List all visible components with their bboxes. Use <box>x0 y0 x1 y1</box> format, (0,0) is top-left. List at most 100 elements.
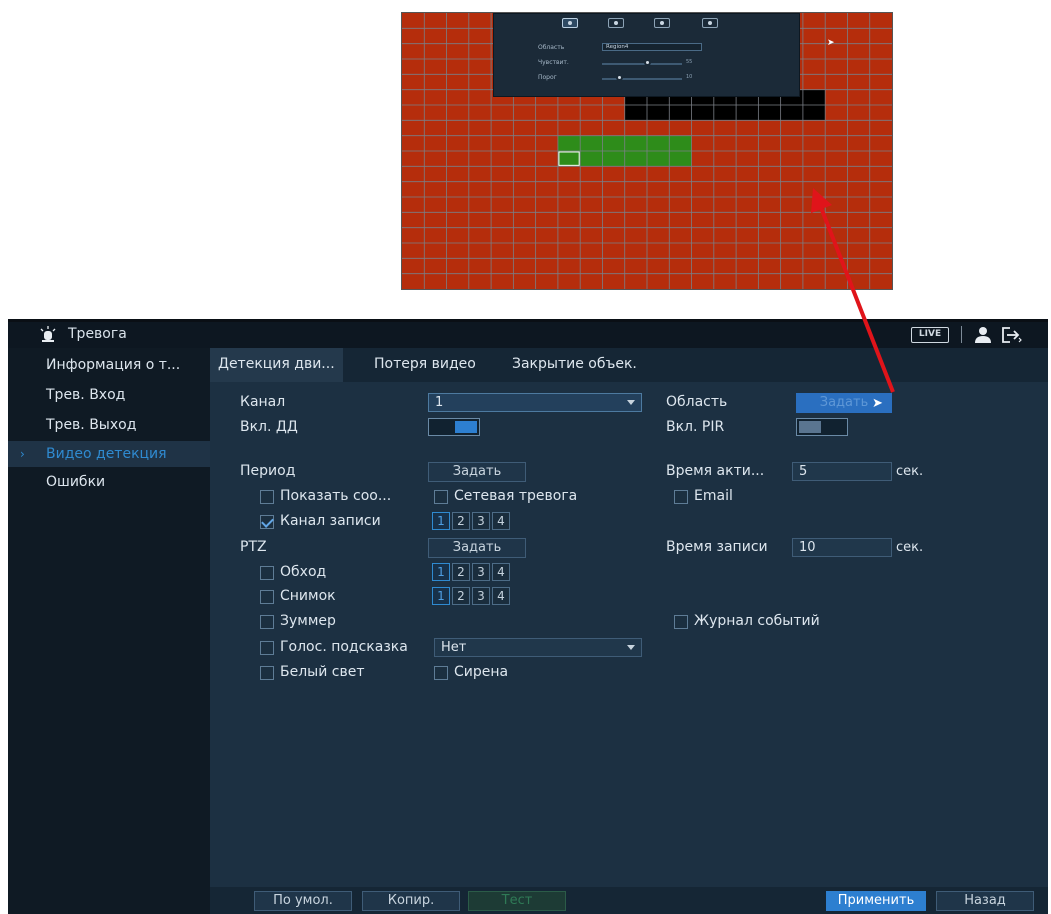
sidebar: Информация о т... Трев. Вход Трев. Выход… <box>8 348 210 914</box>
md-enable-label: Вкл. ДД <box>240 419 298 435</box>
region-name-label: Область <box>538 44 565 51</box>
sidebar-item-info[interactable]: Информация о т... <box>8 352 210 378</box>
top-bar: Тревога LIVE <box>8 322 1048 348</box>
region-threshold-slider[interactable] <box>602 78 682 80</box>
tour-checkbox[interactable] <box>260 566 274 580</box>
white-light-checkbox[interactable] <box>260 666 274 680</box>
back-button[interactable]: Назад <box>936 891 1034 911</box>
logout-icon[interactable] <box>1000 326 1022 344</box>
tour-channel-1[interactable]: 1 <box>432 563 450 581</box>
tour-label: Обход <box>280 564 327 580</box>
region-sensitivity-value: 55 <box>686 59 693 65</box>
record-channel-4[interactable]: 4 <box>492 512 510 530</box>
channel-select-value: 1 <box>435 395 444 410</box>
record-channel-checkbox[interactable] <box>260 515 274 529</box>
network-alarm-checkbox[interactable] <box>434 490 448 504</box>
apply-button[interactable]: Применить <box>826 891 926 911</box>
tab-bar: Детекция дви... Потеря видео Закрытие об… <box>210 348 1048 382</box>
region-settings-panel: Область Region4 Чувствит. 55 Порог 10 ➤ <box>493 13 835 97</box>
region-setup-preview: Область Region4 Чувствит. 55 Порог 10 ➤ <box>401 12 893 290</box>
event-log-checkbox[interactable] <box>674 615 688 629</box>
voice-prompt-select[interactable]: Нет <box>434 638 642 657</box>
pir-enable-toggle-knob <box>799 421 821 433</box>
region-name-field[interactable]: Region4 <box>602 43 702 51</box>
email-label: Email <box>694 488 733 504</box>
dvr-alarm-settings-window: Тревога LIVE Информация о т... Трев. Вхо… <box>8 319 1048 914</box>
ptz-label: PTZ <box>240 539 267 555</box>
anti-dither-unit: сек. <box>896 464 924 479</box>
sidebar-item-alarm-out[interactable]: Трев. Выход <box>8 412 210 438</box>
md-enable-toggle[interactable] <box>428 418 480 436</box>
record-channel-2[interactable]: 2 <box>452 512 470 530</box>
user-icon[interactable] <box>974 326 992 344</box>
mouse-cursor-icon: ➤ <box>827 38 835 48</box>
region-4-icon[interactable] <box>702 18 718 28</box>
tab-video-loss[interactable]: Потеря видео <box>366 348 484 382</box>
anti-dither-input[interactable]: 5 <box>792 462 892 481</box>
snapshot-checkbox[interactable] <box>260 590 274 604</box>
main-content: Детекция дви... Потеря видео Закрытие об… <box>210 348 1048 914</box>
copy-button[interactable]: Копир. <box>362 891 460 911</box>
voice-prompt-select-value: Нет <box>441 640 467 655</box>
record-channel-label: Канал записи <box>280 513 381 529</box>
ptz-set-button[interactable]: Задать <box>428 538 526 558</box>
sidebar-item-video-detection[interactable]: › Видео детекция <box>8 441 210 467</box>
screenshot-canvas: Область Region4 Чувствит. 55 Порог 10 ➤ … <box>0 0 1051 914</box>
tour-channel-2[interactable]: 2 <box>452 563 470 581</box>
post-record-unit: сек. <box>896 540 924 555</box>
snapshot-channel-2[interactable]: 2 <box>452 587 470 605</box>
region-sensitivity-label: Чувствит. <box>538 59 569 66</box>
record-channel-3[interactable]: 3 <box>472 512 490 530</box>
buzzer-checkbox[interactable] <box>260 615 274 629</box>
live-view-button[interactable]: LIVE <box>911 327 949 343</box>
snapshot-channel-4[interactable]: 4 <box>492 587 510 605</box>
email-checkbox[interactable] <box>674 490 688 504</box>
region-3-icon[interactable] <box>654 18 670 28</box>
chevron-right-icon: › <box>20 447 25 461</box>
mouse-cursor-icon: ➤ <box>872 396 883 411</box>
region-2-icon[interactable] <box>608 18 624 28</box>
post-record-input[interactable]: 10 <box>792 538 892 557</box>
snapshot-channel-3[interactable]: 3 <box>472 587 490 605</box>
siren-checkbox[interactable] <box>434 666 448 680</box>
show-message-checkbox[interactable] <box>260 490 274 504</box>
voice-prompt-checkbox[interactable] <box>260 641 274 655</box>
network-alarm-label: Сетевая тревога <box>454 488 578 504</box>
pir-enable-label: Вкл. PIR <box>666 419 725 435</box>
period-label: Период <box>240 463 296 479</box>
pir-enable-toggle[interactable] <box>796 418 848 436</box>
white-light-label: Белый свет <box>280 664 365 680</box>
event-log-label: Журнал событий <box>694 613 820 629</box>
tab-motion-detection[interactable]: Детекция дви... <box>210 348 343 382</box>
period-set-button[interactable]: Задать <box>428 462 526 482</box>
test-button[interactable]: Тест <box>468 891 566 911</box>
region-sensitivity-knob[interactable] <box>644 59 651 66</box>
page-title: Тревога <box>68 326 127 342</box>
buzzer-label: Зуммер <box>280 613 336 629</box>
bottom-action-bar: По умол. Копир. Тест Применить Назад <box>210 887 1048 914</box>
alarm-lamp-icon <box>40 326 56 342</box>
region-sensitivity-slider[interactable] <box>602 63 682 65</box>
top-divider <box>961 326 962 343</box>
tab-tampering[interactable]: Закрытие объек. <box>504 348 645 382</box>
snapshot-channel-1[interactable]: 1 <box>432 587 450 605</box>
sidebar-item-label: Видео детекция <box>46 446 167 462</box>
chevron-down-icon <box>627 645 635 650</box>
tour-channel-3[interactable]: 3 <box>472 563 490 581</box>
channel-label: Канал <box>240 394 286 410</box>
anti-dither-label: Время акти... <box>666 463 765 479</box>
region-1-icon[interactable] <box>562 18 578 28</box>
record-channel-1[interactable]: 1 <box>432 512 450 530</box>
show-message-label: Показать соо... <box>280 488 392 504</box>
default-button[interactable]: По умол. <box>254 891 352 911</box>
region-threshold-label: Порог <box>538 74 557 81</box>
voice-prompt-label: Голос. подсказка <box>280 639 408 655</box>
snapshot-label: Снимок <box>280 588 336 604</box>
sidebar-item-alarm-in[interactable]: Трев. Вход <box>8 382 210 408</box>
area-label: Область <box>666 394 728 410</box>
chevron-down-icon <box>627 400 635 405</box>
channel-select[interactable]: 1 <box>428 393 642 412</box>
region-threshold-knob[interactable] <box>616 74 623 81</box>
sidebar-item-errors[interactable]: Ошибки <box>8 469 210 495</box>
tour-channel-4[interactable]: 4 <box>492 563 510 581</box>
